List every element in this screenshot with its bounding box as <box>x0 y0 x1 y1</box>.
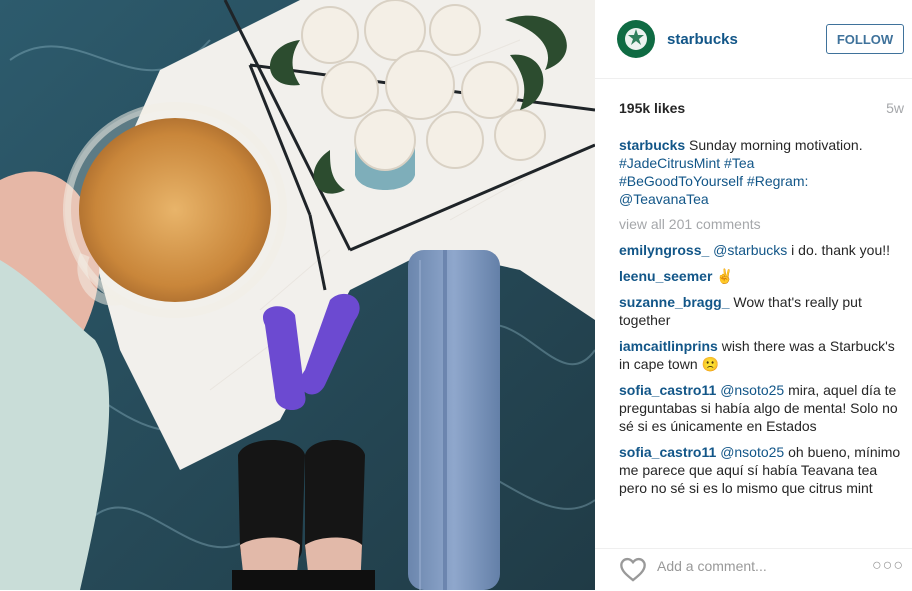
comment-item: suzanne_bragg_ Wow that's really put tog… <box>619 293 903 329</box>
hashtag[interactable]: #JadeCitrusMint <box>619 155 720 171</box>
comment-username[interactable]: iamcaitlinprins <box>619 338 718 354</box>
caption-text: Sunday morning motivation. <box>685 137 863 153</box>
comment-username[interactable]: leenu_seemer <box>619 268 712 284</box>
view-all-comments-link[interactable]: view all 201 comments <box>619 216 761 232</box>
follow-button[interactable]: FOLLOW <box>826 24 904 54</box>
comment-username[interactable]: suzanne_bragg_ <box>619 294 729 310</box>
hashtag[interactable]: #BeGoodToYourself <box>619 173 743 189</box>
hashtag[interactable]: #Tea <box>724 155 754 171</box>
more-options-icon[interactable]: ○○○ <box>872 557 904 575</box>
likes-count[interactable]: 195k likes <box>619 100 685 116</box>
heart-outline-icon[interactable] <box>619 556 647 582</box>
comment-item: emilyngross_ @starbucks i do. thank you!… <box>619 241 903 259</box>
comment-item: iamcaitlinprins wish there was a Starbuc… <box>619 337 903 373</box>
starbucks-logo-icon <box>618 21 654 57</box>
hashtag[interactable]: #Regram: <box>747 173 808 189</box>
post-caption: starbucks Sunday morning motivation. #Ja… <box>619 136 903 208</box>
comment-item: leenu_seemer ✌ <box>619 267 903 285</box>
comment-username[interactable]: sofia_castro11 <box>619 444 716 460</box>
post-photo <box>0 0 595 590</box>
comment-text: i do. thank you!! <box>787 242 891 258</box>
avatar[interactable] <box>617 20 655 58</box>
add-comment-input[interactable]: Add a comment... <box>657 558 767 574</box>
comment-item: sofia_castro11 @nsoto25 mira, aquel día … <box>619 381 903 435</box>
comment-username[interactable]: sofia_castro11 <box>619 382 716 398</box>
photo-illustration <box>0 0 595 590</box>
mention[interactable]: @TeavanaTea <box>619 191 709 207</box>
comment-username[interactable]: emilyngross_ <box>619 242 709 258</box>
comment-mention[interactable]: @nsoto25 <box>720 382 784 398</box>
post-age[interactable]: 5w <box>886 100 904 116</box>
comments-list: emilyngross_ @starbucks i do. thank you!… <box>619 241 903 505</box>
post-details-panel: starbucks FOLLOW 195k likes 5w starbucks… <box>595 0 912 590</box>
comment-text: ✌ <box>712 268 734 284</box>
comment-mention[interactable]: @nsoto25 <box>720 444 784 460</box>
caption-username[interactable]: starbucks <box>619 137 685 153</box>
post-header: starbucks FOLLOW <box>595 0 912 79</box>
post-username[interactable]: starbucks <box>667 31 738 48</box>
comment-mention[interactable]: @starbucks <box>713 242 787 258</box>
comment-item: sofia_castro11 @nsoto25 oh bueno, mínimo… <box>619 443 903 497</box>
